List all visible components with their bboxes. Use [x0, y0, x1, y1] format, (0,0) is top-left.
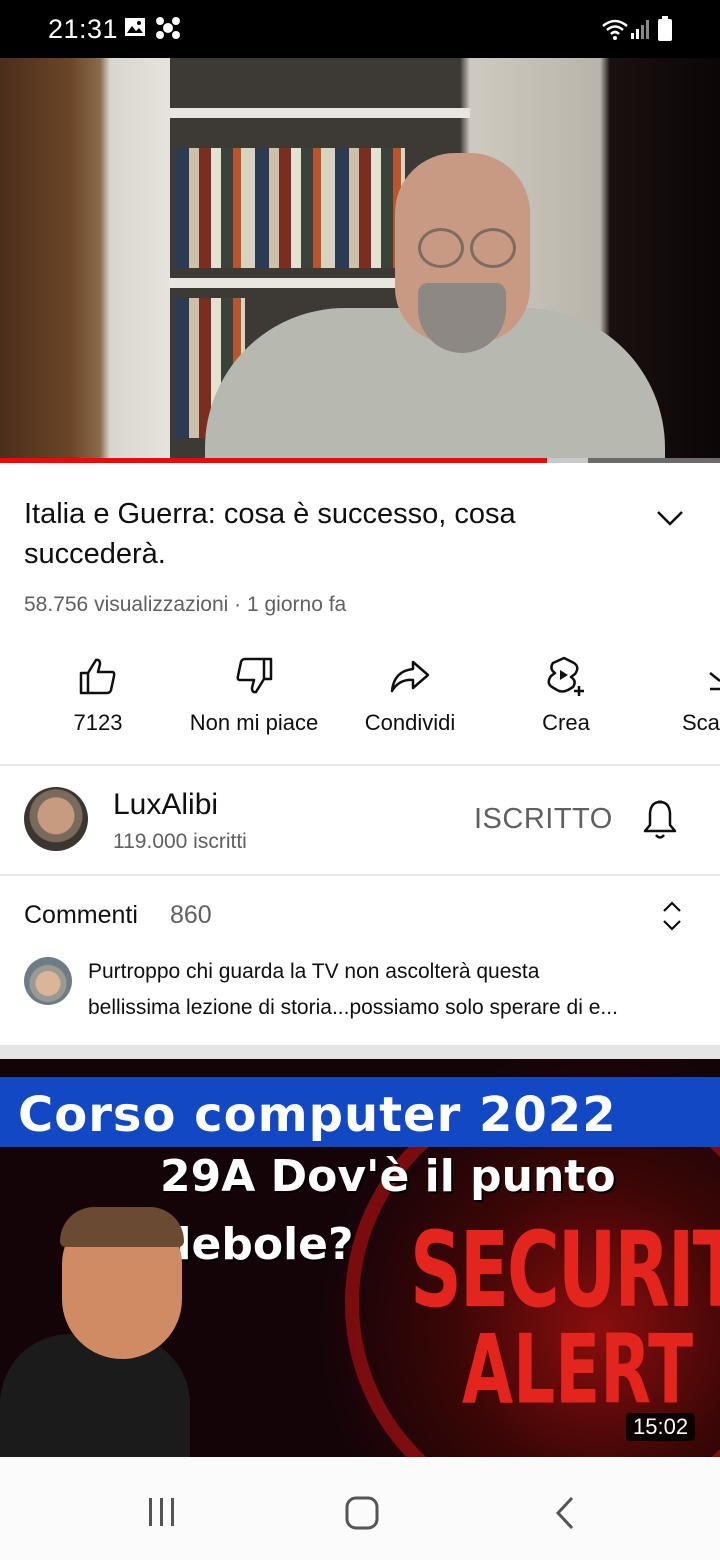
- bookshelf: [175, 148, 405, 268]
- expand-toggle-icon[interactable]: [659, 900, 685, 937]
- status-bar: 21:31: [0, 0, 720, 58]
- save-icon: [647, 652, 720, 700]
- system-nav-bar: [0, 1457, 720, 1560]
- create-button[interactable]: Crea: [491, 652, 641, 736]
- create-short-icon: [491, 652, 641, 700]
- status-time: 21:31: [48, 14, 119, 44]
- speaker-glasses: [418, 228, 464, 268]
- dislike-button[interactable]: Non mi piace: [179, 652, 329, 736]
- thumbs-up-icon: [23, 652, 173, 700]
- share-label: Condividi: [364, 710, 456, 735]
- thumb-presenter-hair: [60, 1207, 184, 1247]
- video-duration: 15:02: [626, 1413, 696, 1441]
- like-button[interactable]: 7123: [23, 652, 173, 736]
- chevron-down-icon[interactable]: [652, 500, 688, 541]
- comments-title[interactable]: Commenti: [24, 901, 138, 930]
- commenter-avatar[interactable]: [24, 957, 72, 1005]
- wifi-icon: [601, 18, 629, 45]
- share-button[interactable]: Condividi: [335, 652, 485, 736]
- thumb-security-text: SECURITY: [410, 1209, 720, 1331]
- bell-icon[interactable]: [640, 798, 680, 847]
- upload-age: 1 giorno fa: [246, 593, 347, 616]
- video-title[interactable]: Italia e Guerra: cosa è successo, cosa s…: [24, 494, 624, 574]
- shelf: [170, 108, 470, 118]
- video-meta: 58.756 visualizzazioni · 1 giorno fa: [24, 593, 346, 617]
- top-comment-line: Purtroppo chi guarda la TV non ascolterà…: [88, 960, 540, 983]
- app-notification-icon: [155, 16, 181, 45]
- speaker-glasses: [470, 228, 516, 268]
- thumb-alert-text: ALERT: [462, 1314, 694, 1426]
- dislike-label: Non mi piace: [189, 710, 319, 735]
- signal-icon: [630, 18, 652, 45]
- home-icon[interactable]: [344, 1495, 380, 1536]
- thumbs-down-icon: [179, 652, 329, 700]
- channel-name[interactable]: LuxAlibi: [113, 788, 218, 822]
- save-button[interactable]: Sca: [647, 652, 720, 736]
- next-video-thumbnail[interactable]: Corso computer 2022 SECURITY ALERT 29A D…: [0, 1059, 720, 1457]
- section-separator: [0, 1045, 720, 1059]
- comments-count: 860: [170, 901, 212, 929]
- view-count: 58.756 visualizzazioni: [24, 593, 229, 616]
- thumb-banner-text: Corso computer 2022: [18, 1087, 617, 1143]
- subscribed-button[interactable]: ISCRITTO: [474, 803, 613, 836]
- thumb-subtitle-line: debole?: [160, 1219, 354, 1270]
- gallery-icon: [124, 16, 146, 43]
- recent-apps-icon[interactable]: [146, 1495, 178, 1534]
- thumb-banner: Corso computer 2022: [0, 1077, 720, 1147]
- meta-separator: ·: [234, 593, 242, 616]
- top-comment[interactable]: Purtroppo chi guarda la TV non ascolterà…: [88, 954, 698, 1026]
- divider: [0, 874, 720, 876]
- divider: [0, 764, 720, 766]
- video-player[interactable]: [0, 58, 720, 463]
- save-label: Sca: [682, 710, 720, 735]
- thumb-subtitle-line: 29A Dov'è il punto: [160, 1151, 616, 1202]
- subscriber-count: 119.000 iscritti: [113, 830, 247, 853]
- share-icon: [335, 652, 485, 700]
- create-label: Crea: [542, 710, 590, 735]
- top-comment-line: bellissima lezione di storia...possiamo …: [88, 996, 618, 1019]
- back-icon[interactable]: [552, 1495, 578, 1536]
- battery-icon: [657, 16, 673, 47]
- like-count: 7123: [73, 710, 123, 735]
- channel-avatar[interactable]: [24, 787, 88, 851]
- progress-bar[interactable]: [0, 458, 548, 463]
